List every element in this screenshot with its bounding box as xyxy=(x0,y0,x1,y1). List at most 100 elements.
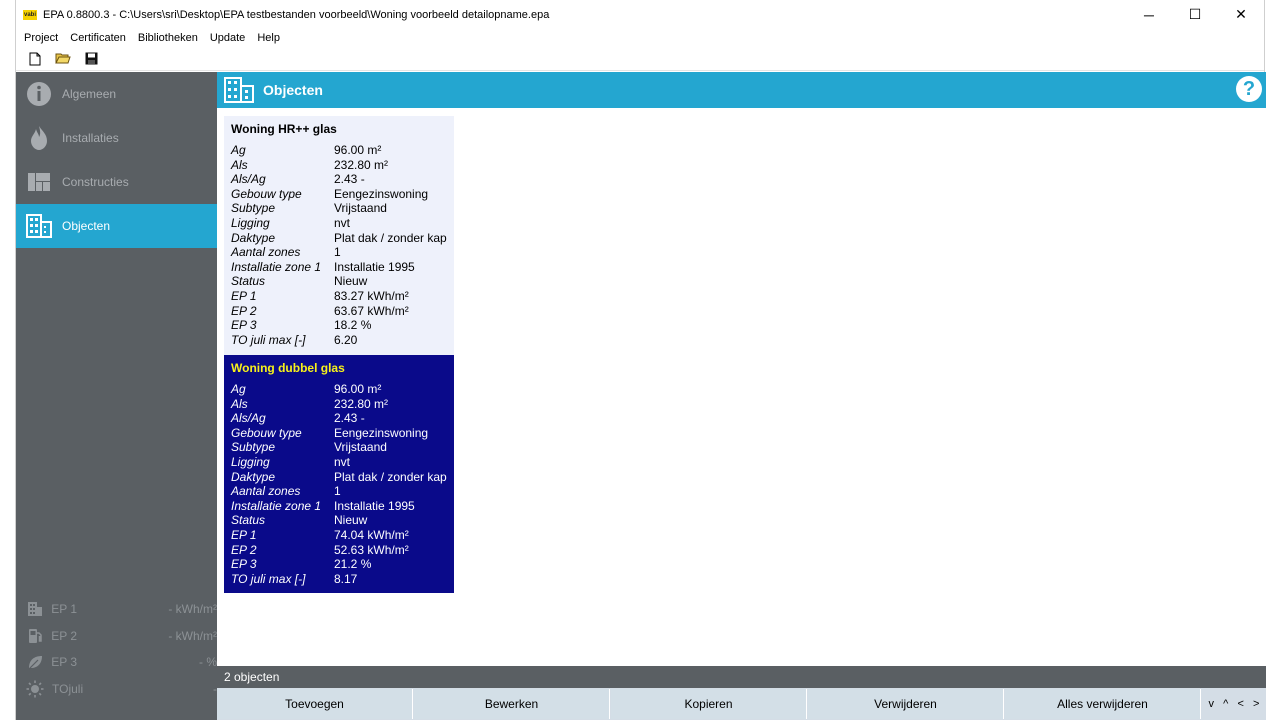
property-value: 1 xyxy=(334,245,341,260)
object-card-hr-glas[interactable]: Woning HR++ glas Ag 96.00 m² Als 232.80 m² A… xyxy=(224,116,454,355)
property-label: Subtype xyxy=(231,201,276,216)
save-button[interactable] xyxy=(80,49,102,69)
property-label: TO juli max [-] xyxy=(231,571,306,586)
maximize-button[interactable]: ☐ xyxy=(1172,0,1218,29)
property-value: 6.20 xyxy=(334,332,358,347)
menu-certificaten[interactable]: Certificaten xyxy=(64,32,132,44)
property-row: Aantal zones 1 xyxy=(231,484,448,499)
property-value: nvt xyxy=(334,215,351,230)
object-card-dubbel-glas[interactable]: Woning dubbel glas Ag 96.00 m² Als 232.80 m… xyxy=(224,355,454,593)
ep-row-ep3: EP 3 - % xyxy=(16,649,217,676)
alles-verwijderen-button[interactable]: Alles verwijderen xyxy=(1005,689,1201,719)
property-value: 74.04 kWh/m² xyxy=(334,527,409,542)
property-value: 8.17 xyxy=(334,571,358,586)
property-row: EP 3 18.2 % xyxy=(231,318,448,333)
property-row: Status Nieuw xyxy=(231,274,448,289)
object-properties: Ag 96.00 m² Als 232.80 m² Als/Ag 2.43 - Gebouw… xyxy=(231,143,448,347)
open-file-button[interactable] xyxy=(52,49,74,69)
next-button[interactable]: > xyxy=(1253,698,1259,710)
property-row: EP 2 63.67 kWh/m² xyxy=(231,304,448,319)
property-value: Eengezinswoning xyxy=(334,186,429,201)
property-value: 18.2 % xyxy=(334,318,372,333)
property-value: Nieuw xyxy=(334,513,368,528)
property-value: Plat dak / zonder kap xyxy=(334,469,447,484)
action-bar: Toevoegen Bewerken Kopieren Verwijderen … xyxy=(217,688,1266,720)
save-disk-icon xyxy=(85,52,97,65)
kopieren-button[interactable]: Kopieren xyxy=(611,689,807,719)
property-row: Aantal zones 1 xyxy=(231,245,448,260)
property-value: 2.43 - xyxy=(334,411,365,426)
property-value: 83.27 kWh/m² xyxy=(334,288,409,303)
property-value: Installatie 1995 xyxy=(334,259,415,274)
property-value: Plat dak / zonder kap xyxy=(334,230,447,245)
object-title: Woning dubbel glas xyxy=(231,361,345,375)
constructions-icon xyxy=(26,169,52,195)
verwijderen-button[interactable]: Verwijderen xyxy=(808,689,1004,719)
property-row: Daktype Plat dak / zonder kap xyxy=(231,231,448,246)
property-row: Als 232.80 m² xyxy=(231,397,448,412)
menu-bibliotheken[interactable]: Bibliotheken xyxy=(132,32,204,44)
app-logo: vabi xyxy=(23,9,37,20)
sidebar-item-algemeen[interactable]: Algemeen xyxy=(16,72,217,116)
toolbar xyxy=(16,47,1264,71)
property-row: Daktype Plat dak / zonder kap xyxy=(231,470,448,485)
menu-help[interactable]: Help xyxy=(251,32,286,44)
sidebar-item-constructies[interactable]: Constructies xyxy=(16,160,217,204)
property-label: TO juli max [-] xyxy=(231,332,306,347)
property-row: Ligging nvt xyxy=(231,455,448,470)
move-up-button[interactable]: ^ xyxy=(1223,698,1228,710)
property-value: 232.80 m² xyxy=(334,396,389,411)
page-header: Objecten ? xyxy=(217,72,1266,108)
help-button[interactable]: ? xyxy=(1236,76,1262,102)
ep-value: - kWh/m² xyxy=(168,602,217,617)
toevoegen-button[interactable]: Toevoegen xyxy=(217,689,413,719)
window-controls: ─ ☐ ✕ xyxy=(1126,0,1264,29)
property-label: Als xyxy=(231,157,248,172)
property-label: Aantal zones xyxy=(231,245,301,260)
property-row: EP 2 52.63 kWh/m² xyxy=(231,543,448,558)
building-icon xyxy=(26,213,52,239)
property-row: Status Nieuw xyxy=(231,513,448,528)
property-label: Ag xyxy=(231,143,246,157)
property-value: Vrijstaand xyxy=(334,440,387,455)
ep-name: EP 3 xyxy=(51,655,78,670)
property-row: Ag 96.00 m² xyxy=(231,143,448,158)
sidebar-item-installaties[interactable]: Installaties xyxy=(16,116,217,160)
close-button[interactable]: ✕ xyxy=(1218,0,1264,29)
ep-name: TOjuli xyxy=(52,681,84,696)
property-value: 96.00 m² xyxy=(334,382,382,396)
previous-button[interactable]: < xyxy=(1237,698,1243,710)
title-bar: vabi EPA 0.8800.3 - C:\Users\sri\Desktop… xyxy=(16,0,1264,29)
building-icon xyxy=(26,600,43,618)
page-title: Objecten xyxy=(263,82,323,98)
property-value: Nieuw xyxy=(334,274,368,289)
property-value: 232.80 m² xyxy=(334,157,389,172)
property-row: Ligging nvt xyxy=(231,216,448,231)
menu-project[interactable]: Project xyxy=(18,32,64,44)
new-file-button[interactable] xyxy=(24,49,46,69)
object-title: Woning HR++ glas xyxy=(231,122,337,136)
property-row: Subtype Vrijstaand xyxy=(231,440,448,455)
bewerken-button[interactable]: Bewerken xyxy=(414,689,610,719)
property-label: Installatie zone 1 xyxy=(231,259,322,274)
property-row: Als/Ag 2.43 - xyxy=(231,411,448,426)
property-value: Installatie 1995 xyxy=(334,498,415,513)
move-down-button[interactable]: v xyxy=(1209,698,1215,710)
objects-panel: Woning HR++ glas Ag 96.00 m² Als 232.80 m² A… xyxy=(217,108,1266,666)
ep-row-ep2: EP 2 - kWh/m² xyxy=(16,623,217,650)
property-row: Ag 96.00 m² xyxy=(231,382,448,397)
building-icon xyxy=(223,76,255,104)
leaf-icon xyxy=(26,653,43,671)
property-label: Gebouw type xyxy=(231,425,302,440)
sidebar-item-label: Installaties xyxy=(62,131,119,145)
property-value: 96.00 m² xyxy=(334,143,382,157)
property-label: Subtype xyxy=(231,440,276,455)
sidebar-item-objecten[interactable]: Objecten xyxy=(16,204,217,248)
property-label: Daktype xyxy=(231,230,276,245)
property-label: Status xyxy=(231,513,266,528)
menu-update[interactable]: Update xyxy=(204,32,251,44)
navigation-arrows: v ^ < > xyxy=(1202,688,1266,720)
minimize-button[interactable]: ─ xyxy=(1126,0,1172,29)
property-label: Als/Ag xyxy=(231,172,266,187)
property-label: EP 3 xyxy=(231,557,257,572)
